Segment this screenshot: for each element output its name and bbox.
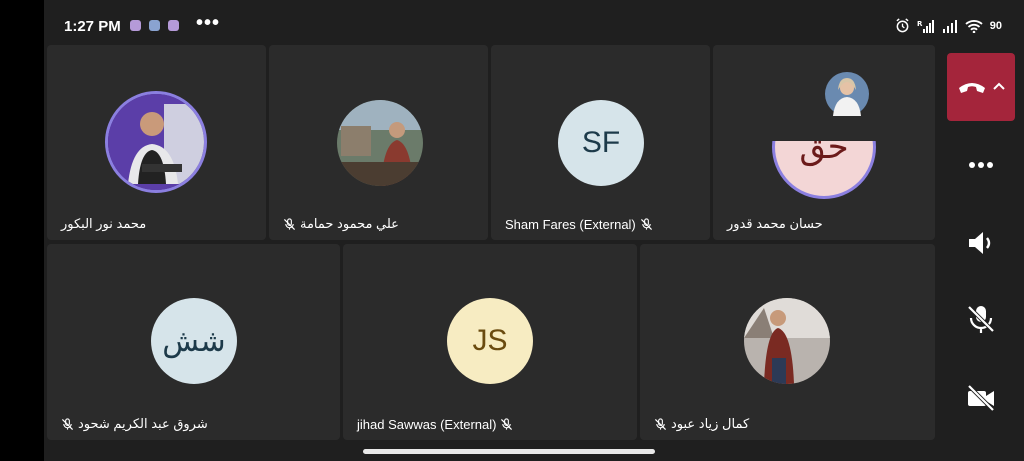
system-icons: R 90 (895, 18, 1002, 33)
signal-icon (942, 19, 957, 33)
participant-avatar (744, 298, 830, 384)
participant-avatar (105, 91, 207, 193)
participant-photo (744, 298, 830, 384)
participant-initials: SF (581, 126, 621, 159)
mic-off-icon (283, 217, 296, 230)
participant-tile[interactable]: حق حسان محمد قدور (713, 45, 935, 240)
participant-name: علي محمود حمامة (300, 216, 399, 231)
self-view-avatar (825, 72, 869, 116)
participant-tile[interactable]: JS jihad Sawwas (External) (343, 244, 637, 440)
viber-icon (168, 20, 179, 31)
camera-off-icon (967, 384, 995, 412)
status-bar: 1:27 PM ••• R 90 (44, 0, 1024, 42)
battery-level: 90 (989, 19, 1002, 32)
more-options-icon (969, 162, 993, 168)
participant-tile[interactable]: علي محمود حمامة (269, 45, 488, 240)
participant-avatar: شش (151, 298, 237, 384)
participant-avatar (337, 100, 423, 186)
participant-avatar: JS (447, 298, 533, 384)
participant-name: حسان محمد قدور (727, 216, 823, 231)
participant-name: شروق عبد الكريم شحود (78, 416, 208, 431)
mic-off-icon (501, 418, 513, 431)
status-time: 1:27 PM (64, 18, 121, 35)
wifi-icon (965, 19, 983, 33)
participant-name-row: محمد نور البكور (61, 216, 146, 232)
microphone-button[interactable] (965, 303, 997, 335)
participant-initials: شش (162, 324, 226, 358)
self-view-panel[interactable] (759, 45, 935, 141)
viber-icon (130, 20, 141, 31)
participant-tile[interactable]: شش شروق عبد الكريم شحود (47, 244, 340, 440)
participant-photo (337, 100, 423, 186)
phone-hangup-icon (959, 83, 985, 93)
mic-off-icon (640, 218, 652, 231)
home-indicator[interactable] (363, 449, 655, 454)
more-notifications: ••• (196, 12, 221, 34)
teams-call-screen: 1:27 PM ••• R 90 محمد نور البكور علي محم… (44, 0, 1024, 461)
participant-tile[interactable]: محمد نور البكور (47, 45, 266, 240)
participant-name: كمال زياد عبود (671, 416, 750, 431)
participant-tile[interactable]: كمال زياد عبود (640, 244, 935, 440)
participant-photo (108, 94, 204, 190)
more-options-button[interactable] (965, 148, 997, 180)
mic-off-icon (654, 417, 667, 430)
participant-name-row: حسان محمد قدور (727, 216, 823, 232)
participant-avatar: SF (558, 100, 644, 186)
participant-tile[interactable]: SF Sham Fares (External) (491, 45, 710, 240)
participant-name-row: Sham Fares (External) (505, 217, 653, 232)
mic-off-icon (967, 305, 995, 333)
mic-off-icon (61, 417, 74, 430)
alarm-icon (896, 18, 909, 33)
hangup-button[interactable] (947, 53, 1015, 121)
participant-name: Sham Fares (External) (505, 217, 636, 232)
notification-icons (130, 20, 179, 31)
participant-name: jihad Sawwas (External) (357, 417, 497, 432)
telegram-icon (149, 20, 160, 31)
signal-r-icon: R (917, 19, 934, 33)
participant-name-row: علي محمود حمامة (283, 216, 399, 232)
participant-name: محمد نور البكور (61, 216, 147, 231)
camera-button[interactable] (965, 382, 997, 414)
participant-initials: JS (472, 324, 508, 357)
svg-text:R: R (917, 20, 923, 28)
speaker-icon (969, 232, 991, 254)
chevron-up-icon[interactable] (993, 81, 1005, 91)
participant-name-row: كمال زياد عبود (654, 416, 749, 432)
speaker-button[interactable] (965, 227, 997, 259)
participant-name-row: jihad Sawwas (External) (357, 417, 513, 432)
participant-name-row: شروق عبد الكريم شحود (61, 416, 208, 432)
